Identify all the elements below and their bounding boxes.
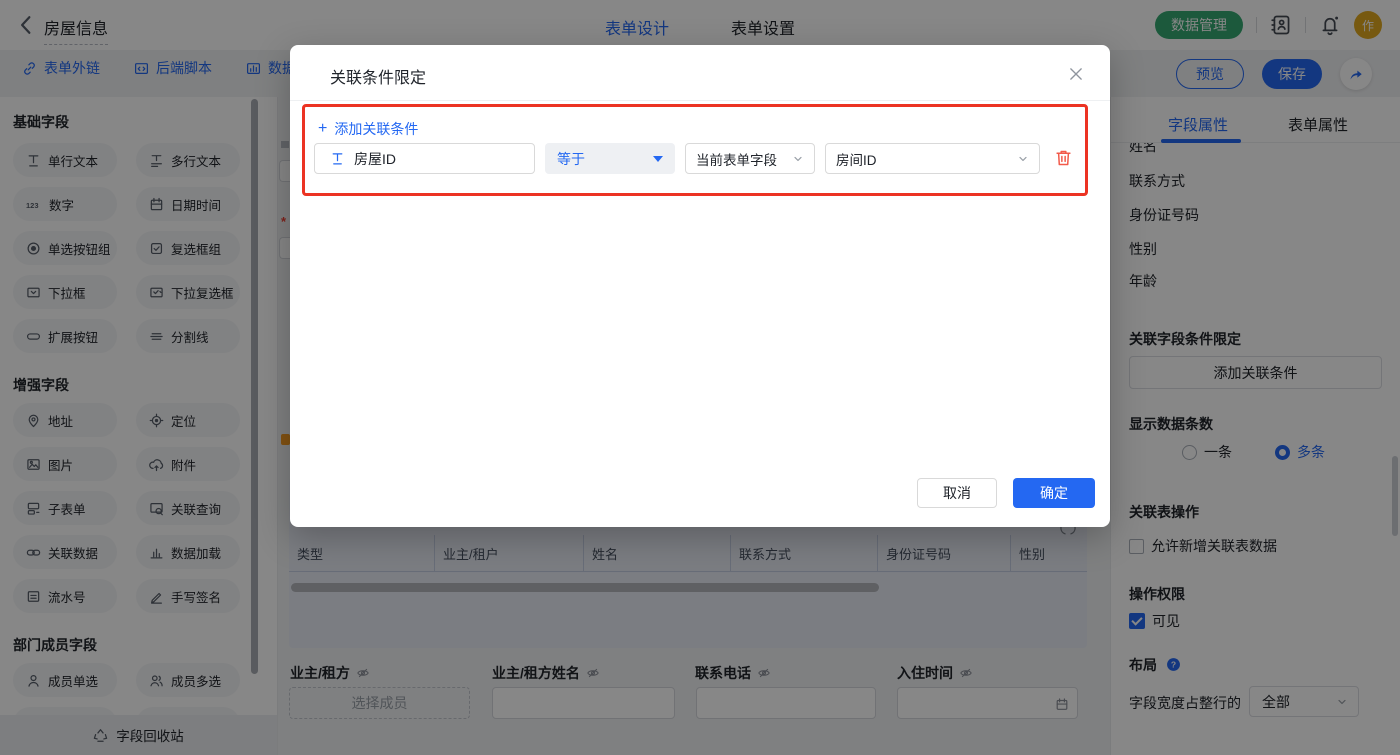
- condition-field-value: 房屋ID: [354, 149, 396, 169]
- confirm-button[interactable]: 确定: [1013, 478, 1095, 508]
- form-designer-app: 房屋信息 表单设计 表单设置 数据管理 作 表单外链 后端脚本 数据 预览: [0, 0, 1400, 755]
- caret-down-icon: [653, 156, 663, 162]
- modal-title: 关联条件限定: [330, 64, 426, 88]
- delete-condition-icon[interactable]: [1054, 148, 1073, 167]
- condition-field-input[interactable]: 房屋ID: [314, 143, 535, 174]
- source-type-select[interactable]: 当前表单字段: [685, 143, 815, 174]
- text-field-icon: [330, 151, 345, 166]
- close-icon[interactable]: [1068, 66, 1084, 82]
- plus-icon: +: [318, 122, 327, 136]
- add-condition-link[interactable]: + 添加关联条件: [318, 119, 418, 139]
- cancel-button[interactable]: 取消: [917, 478, 997, 508]
- source-field-select[interactable]: 房间ID: [825, 143, 1040, 174]
- condition-modal: 关联条件限定 + 添加关联条件 房屋ID 等于 当前表单字段 房间ID 取消 确…: [290, 45, 1110, 527]
- operator-select[interactable]: 等于: [545, 143, 675, 174]
- modal-divider: [290, 100, 1110, 101]
- chevron-down-icon: [792, 153, 804, 165]
- chevron-down-icon: [1017, 153, 1029, 165]
